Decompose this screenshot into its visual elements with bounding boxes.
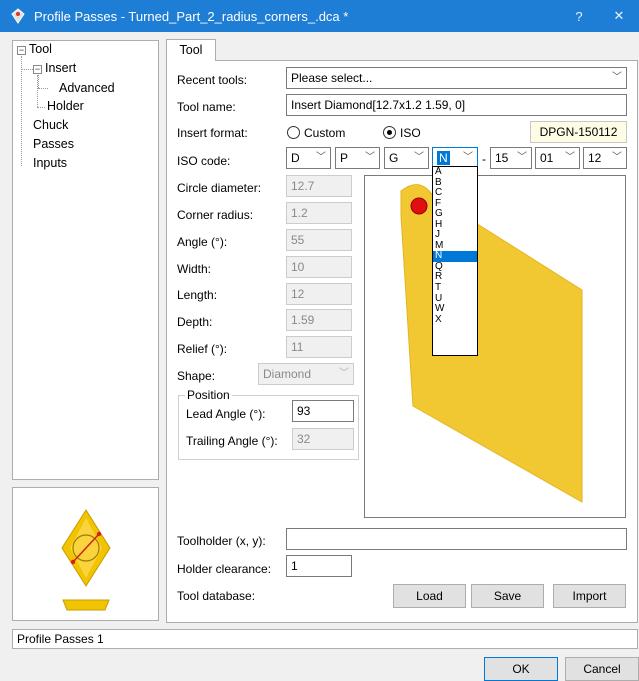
relief-label: Relief (°): [177, 342, 228, 356]
tree-item-holder[interactable]: Holder [47, 99, 84, 113]
tree-item-chuck[interactable]: Chuck [33, 118, 68, 132]
app-icon [11, 8, 25, 24]
iso-part-1-value: D [291, 151, 300, 165]
iso-part-3-value: G [389, 151, 399, 165]
tool-name-label: Tool name: [177, 100, 236, 114]
iso-part-2-value: P [340, 151, 349, 165]
tree-item-advanced[interactable]: Advanced [59, 81, 115, 95]
insert-drawing-canvas[interactable] [364, 175, 626, 518]
iso-part-2-select[interactable]: P ﹀ [335, 147, 380, 169]
iso-radio-label[interactable]: ISO [400, 126, 421, 140]
width-field: 10 [286, 256, 352, 278]
iso-code-label: ISO code: [177, 154, 231, 168]
import-button[interactable]: Import [553, 584, 626, 608]
ok-button[interactable]: OK [484, 657, 558, 681]
angle-field: 55 [286, 229, 352, 251]
tree-item-tool[interactable]: Tool [29, 42, 52, 56]
relief-field: 11 [286, 336, 352, 358]
shape-value: Diamond [263, 367, 312, 381]
corner-radius-field: 1.2 [286, 202, 352, 224]
cancel-button[interactable]: Cancel [565, 657, 639, 681]
iso-part-3-select[interactable]: G ﹀ [384, 147, 429, 169]
chevron-down-icon: ﹀ [612, 72, 622, 83]
tree-item-passes[interactable]: Passes [33, 137, 74, 151]
collapse-tool-icon[interactable]: − [17, 46, 26, 55]
load-button[interactable]: Load [393, 584, 466, 608]
toolholder-label: Toolholder (x, y): [177, 534, 266, 548]
dropdown-option[interactable]: A [433, 166, 477, 178]
iso-part-6-select[interactable]: 01 ﹀ [535, 147, 580, 169]
circle-diameter-field: 12.7 [286, 175, 352, 197]
insert-preview [12, 487, 159, 621]
length-label: Length: [177, 288, 218, 302]
title-bar: Profile Passes - Turned_Part_2_radius_co… [0, 0, 639, 32]
help-button[interactable]: ? [559, 9, 599, 24]
depth-field: 1.59 [286, 309, 352, 331]
tool-name-input[interactable]: Insert Diamond[12.7x1.2 1.59, 0] [286, 94, 627, 116]
holder-clearance-input[interactable]: 1 [286, 555, 352, 577]
chevron-down-icon: ﹀ [517, 152, 527, 163]
tree-item-inputs[interactable]: Inputs [33, 156, 67, 170]
trailing-angle-field: 32 [292, 428, 354, 450]
custom-radio-label[interactable]: Custom [304, 126, 345, 140]
depth-label: Depth: [177, 315, 213, 329]
length-field: 12 [286, 283, 352, 305]
chevron-down-icon: ﹀ [365, 152, 375, 163]
iso-part-4-value: N [437, 151, 450, 165]
tool-database-label: Tool database: [177, 589, 256, 603]
corner-radius-label: Corner radius: [177, 208, 254, 222]
tab-tool[interactable]: Tool [166, 39, 216, 61]
recent-tools-select[interactable]: Please select... ﹀ [286, 67, 627, 89]
custom-radio[interactable] [287, 126, 300, 139]
chevron-down-icon: ﹀ [612, 152, 622, 163]
iso-separator: - [482, 152, 486, 166]
close-button[interactable]: ✕ [599, 8, 639, 24]
iso-part-5-select[interactable]: 15 ﹀ [490, 147, 532, 169]
chevron-down-icon: ﹀ [565, 152, 575, 163]
iso-part-6-value: 01 [540, 151, 554, 165]
iso-part-7-select[interactable]: 12 ﹀ [583, 147, 627, 169]
circle-diameter-label: Circle diameter: [177, 181, 262, 195]
position-group-title: Position [185, 388, 232, 402]
holder-clearance-label: Holder clearance: [177, 562, 272, 576]
trailing-angle-label: Trailing Angle (°): [186, 434, 278, 448]
chevron-down-icon: ﹀ [414, 152, 424, 163]
iso-part-7-value: 12 [588, 151, 602, 165]
toolholder-input[interactable] [286, 528, 627, 550]
window-title: Profile Passes - Turned_Part_2_radius_co… [34, 8, 349, 24]
iso-radio[interactable] [383, 126, 396, 139]
lead-angle-input[interactable]: 93 [292, 400, 354, 422]
iso-part-4-dropdown-list[interactable]: ABCFGHJMNQRTUWX [432, 166, 478, 356]
dropdown-option[interactable]: T [433, 282, 477, 294]
save-button[interactable]: Save [471, 584, 544, 608]
insert-format-label: Insert format: [177, 126, 248, 140]
insert-thumbnail-image [61, 509, 111, 611]
tree-item-insert[interactable]: Insert [45, 61, 76, 75]
width-label: Width: [177, 262, 212, 276]
angle-label: Angle (°): [177, 235, 228, 249]
recent-tools-value: Please select... [291, 71, 373, 85]
chevron-down-icon: ﹀ [463, 152, 473, 163]
chevron-down-icon: ﹀ [316, 152, 326, 163]
lead-angle-label: Lead Angle (°): [186, 407, 266, 421]
dropdown-option[interactable]: X [433, 314, 477, 326]
shape-label: Shape: [177, 369, 216, 383]
shape-select: Diamond ﹀ [258, 363, 354, 385]
chevron-down-icon: ﹀ [339, 368, 349, 379]
iso-part-5-value: 15 [495, 151, 509, 165]
iso-part-1-select[interactable]: D ﹀ [286, 147, 331, 169]
collapse-insert-icon[interactable]: − [33, 65, 42, 74]
recent-tools-label: Recent tools: [177, 73, 248, 87]
insert-drawing [400, 184, 583, 503]
iso-result-box: DPGN-150112 [530, 121, 627, 143]
navigation-tree: − Tool − Insert Advanced Holder Chuck Pa… [12, 40, 159, 480]
status-bar: Profile Passes 1 [12, 629, 638, 649]
